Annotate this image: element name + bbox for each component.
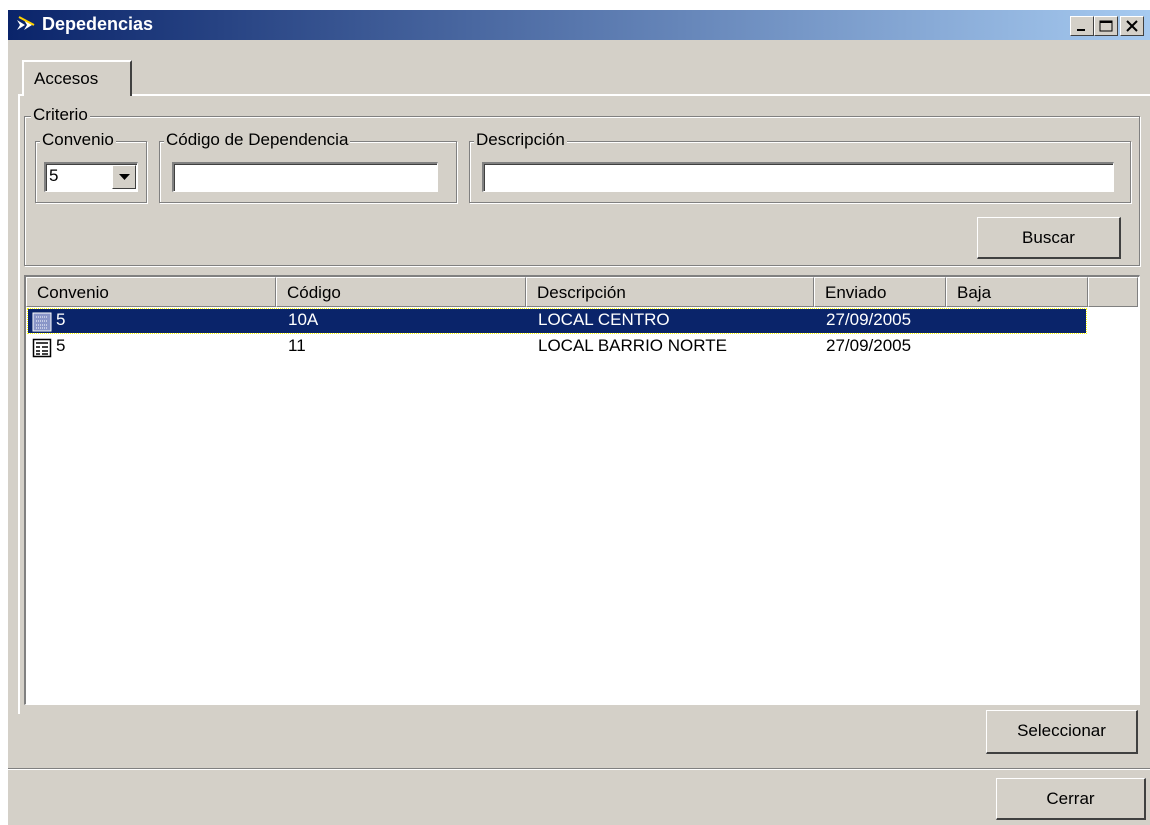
cell-enviado: 27/09/2005 [826,310,912,329]
bottom-divider [8,768,1150,770]
tab-accesos[interactable]: Accesos [22,60,132,96]
descripcion-label: Descripción [474,130,567,150]
cell-enviado: 27/09/2005 [826,336,912,355]
table-row[interactable]: 5 10A LOCAL CENTRO 27/09/2005 [27,308,1087,334]
cell-codigo: 10A [288,310,319,329]
codigo-group: Código de Dependencia [159,130,457,203]
minimize-button[interactable] [1070,16,1094,36]
title-bar[interactable]: Depedencias [8,10,1150,40]
seleccionar-label: Seleccionar [1017,721,1106,740]
convenio-dropdown-button[interactable] [112,165,136,189]
list-header: Convenio Código Descripción Enviado Baja [26,277,1138,307]
tab-accesos-label: Accesos [34,69,99,88]
chevron-down-icon [119,174,130,180]
column-header-codigo[interactable]: Código [276,277,526,307]
maximize-button[interactable] [1094,16,1118,36]
cerrar-button[interactable]: Cerrar [996,778,1146,820]
dependencias-list[interactable]: Convenio Código Descripción Enviado Baja… [24,275,1140,705]
table-row[interactable]: 5 11 LOCAL BARRIO NORTE 27/09/2005 [28,335,1086,359]
codigo-label: Código de Dependencia [164,130,351,150]
descripcion-group: Descripción [469,130,1131,203]
column-header-convenio[interactable]: Convenio [26,277,276,307]
cerrar-label: Cerrar [1046,789,1095,808]
record-icon [32,338,52,358]
window-title: Depedencias [42,14,154,34]
column-header-descripcion[interactable]: Descripción [526,277,814,307]
criteria-groupbox: Criterio Convenio 5 Código de Dependenci… [24,105,1140,266]
seleccionar-button[interactable]: Seleccionar [986,710,1138,754]
criteria-title: Criterio [31,105,90,125]
record-icon [32,312,52,332]
convenio-label: Convenio [40,130,116,150]
cell-convenio: 5 [56,336,66,355]
codigo-field[interactable] [172,162,438,192]
cell-codigo: 11 [288,336,306,355]
cell-descripcion: LOCAL BARRIO NORTE [538,336,727,355]
convenio-combo[interactable]: 5 [44,162,138,192]
dependencias-window: Depedencias Accesos Criterio Convenio 5 … [8,10,1150,825]
cell-convenio: 5 [56,310,66,329]
column-header-filler [1088,277,1138,307]
descripcion-input[interactable] [484,164,1113,191]
close-button[interactable] [1120,16,1144,36]
app-arrow-icon [17,16,35,30]
maximize-icon [1099,20,1113,32]
convenio-group: Convenio 5 [35,130,147,203]
buscar-button[interactable]: Buscar [977,217,1121,259]
cell-descripcion: LOCAL CENTRO [538,310,670,329]
minimize-icon [1077,29,1085,31]
codigo-input[interactable] [174,164,437,191]
close-icon [1126,20,1138,32]
column-header-baja[interactable]: Baja [946,277,1088,307]
column-header-enviado[interactable]: Enviado [814,277,946,307]
buscar-label: Buscar [1022,228,1075,247]
convenio-value: 5 [49,166,59,185]
descripcion-field[interactable] [482,162,1114,192]
